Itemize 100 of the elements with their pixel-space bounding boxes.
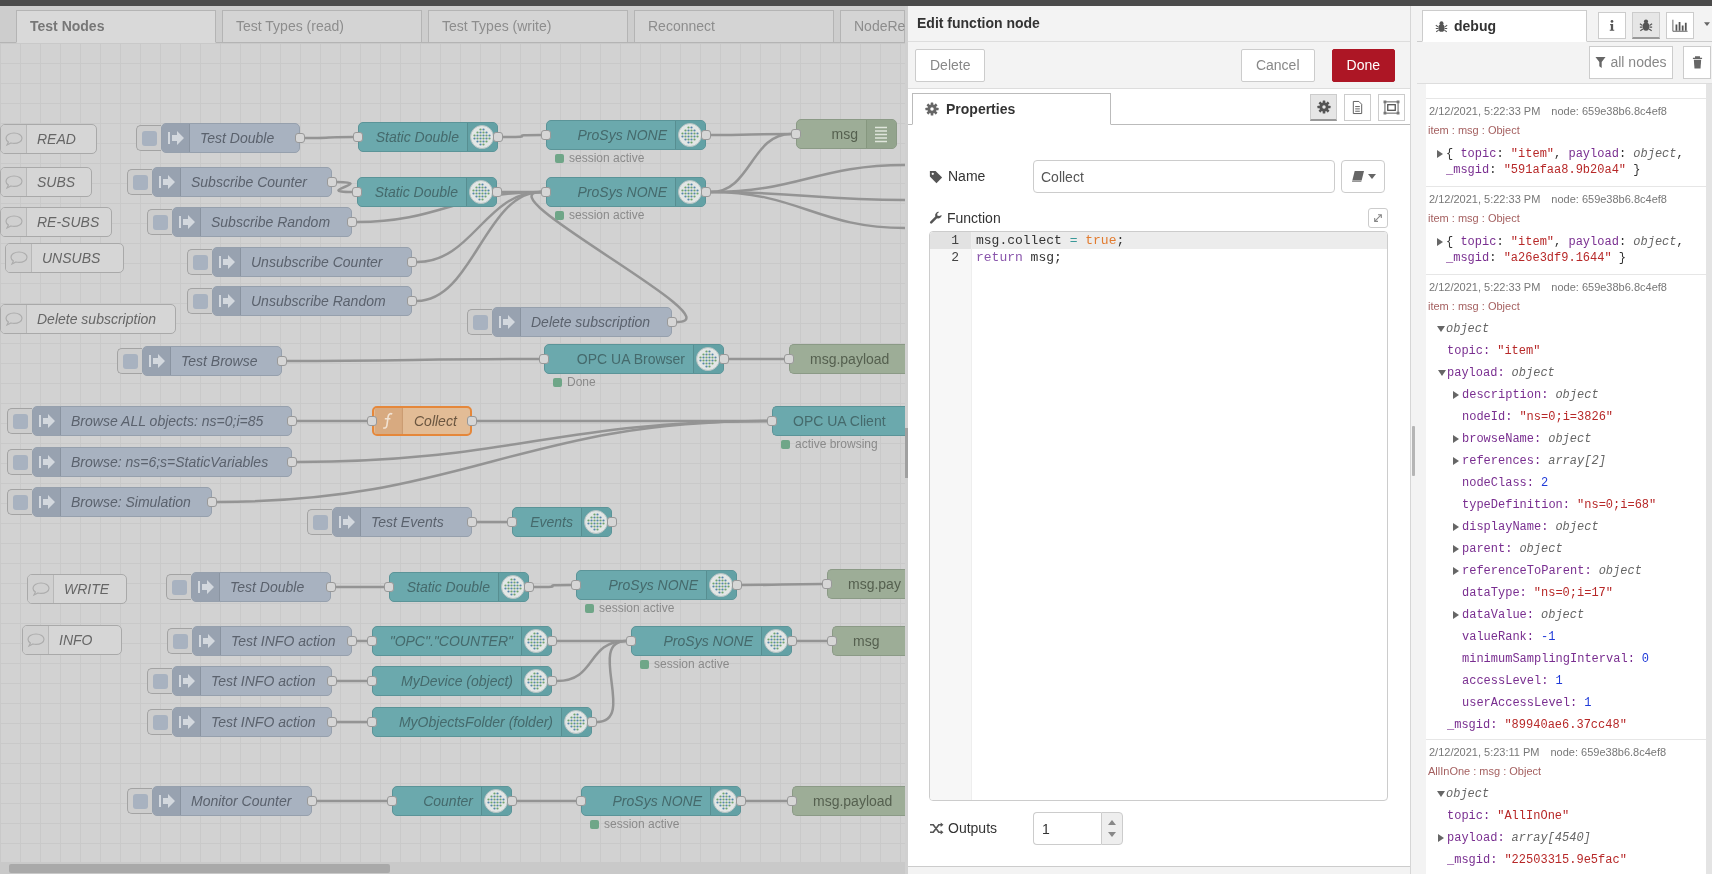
appearance-button[interactable] [1378, 94, 1405, 121]
description-button[interactable] [1344, 94, 1371, 121]
inject-node[interactable]: Unsubscribe Counter [212, 247, 412, 277]
inject-button[interactable] [187, 288, 212, 314]
comment-node[interactable]: READ [0, 124, 97, 154]
caret-down-icon[interactable] [1437, 326, 1445, 332]
output-port[interactable] [547, 676, 557, 686]
output-port[interactable] [507, 796, 517, 806]
inject-button[interactable] [167, 628, 192, 654]
comment-node[interactable]: Delete subscription [0, 304, 176, 334]
output-port[interactable] [347, 636, 357, 646]
inject-button[interactable] [117, 348, 142, 374]
caret-right-icon[interactable] [1453, 523, 1459, 531]
caret-right-icon[interactable] [1437, 150, 1443, 158]
done-button[interactable]: Done [1331, 48, 1395, 82]
output-port[interactable] [701, 130, 711, 140]
output-port[interactable] [524, 582, 534, 592]
output-port[interactable] [732, 580, 742, 590]
vertical-scrollbar[interactable] [1706, 84, 1712, 874]
input-port[interactable] [367, 636, 377, 646]
resize-handle[interactable] [1412, 426, 1415, 476]
caret-right-icon[interactable] [1453, 435, 1459, 443]
input-port[interactable] [387, 796, 397, 806]
inject-button[interactable] [7, 408, 32, 434]
input-port[interactable] [784, 354, 794, 364]
comment-node[interactable]: SUBS [0, 167, 92, 197]
output-port[interactable] [719, 354, 729, 364]
canvas-tab[interactable]: Test Types (write) [428, 10, 628, 43]
inject-node[interactable]: Subscribe Counter [152, 167, 332, 197]
inject-button[interactable] [127, 169, 152, 195]
name-input[interactable]: Collect [1033, 160, 1335, 193]
debug-node[interactable]: msg.payload [789, 344, 905, 374]
caret-down-icon[interactable] [1108, 831, 1116, 837]
output-port[interactable] [327, 177, 337, 187]
input-port[interactable] [367, 717, 377, 727]
opcua-node[interactable]: ProSys NONE [546, 177, 706, 207]
inject-button[interactable] [136, 125, 161, 151]
opcua-node[interactable]: OPC UA Client [772, 406, 905, 436]
output-port[interactable] [295, 133, 305, 143]
inject-button[interactable] [127, 788, 152, 814]
comment-node[interactable]: UNSUBS [5, 243, 124, 273]
settings-button[interactable] [1310, 94, 1337, 121]
caret-right-icon[interactable] [1453, 391, 1459, 399]
filter-button[interactable]: all nodes [1589, 46, 1673, 79]
caret-right-icon[interactable] [1453, 567, 1459, 575]
input-port[interactable] [352, 187, 362, 197]
opcua-node[interactable]: MyObjectsFolder (folder) [372, 707, 592, 737]
cancel-button[interactable]: Cancel [1240, 48, 1315, 82]
comment-node[interactable]: WRITE [27, 574, 127, 604]
library-button[interactable] [1341, 160, 1385, 193]
inject-button[interactable] [467, 309, 492, 335]
inject-button[interactable] [307, 509, 332, 535]
comment-node[interactable]: RE-SUBS [0, 207, 112, 237]
opcua-node[interactable]: Static Double [389, 572, 529, 602]
expand-button[interactable] [1368, 208, 1388, 228]
caret-right-icon[interactable] [1453, 457, 1459, 465]
properties-tab[interactable]: Properties [912, 93, 1111, 125]
inject-node[interactable]: Test Double [191, 572, 331, 602]
inject-button[interactable] [187, 249, 212, 275]
input-port[interactable] [822, 579, 832, 589]
inject-node[interactable]: Test INFO action [172, 666, 332, 696]
opcua-node[interactable]: ProSys NONE [631, 626, 792, 656]
canvas-tab[interactable]: Reconnect [634, 10, 834, 43]
opcua-node[interactable]: Static Double [357, 177, 497, 207]
opcua-node[interactable]: ProSys NONE [576, 570, 737, 600]
delete-button[interactable]: Delete [915, 48, 986, 82]
comment-node[interactable]: INFO [22, 625, 122, 655]
output-port[interactable] [587, 717, 597, 727]
output-port[interactable] [327, 717, 337, 727]
inject-node[interactable]: Unsubscribe Random [212, 286, 412, 316]
input-port[interactable] [791, 129, 801, 139]
input-port[interactable] [787, 796, 797, 806]
caret-down-icon[interactable] [1438, 370, 1446, 376]
output-port[interactable] [467, 416, 477, 426]
inject-node[interactable]: Test Double [161, 123, 300, 153]
debug-button[interactable] [1632, 12, 1660, 39]
output-port[interactable] [407, 296, 417, 306]
debug-node[interactable]: msg.pay [827, 569, 905, 599]
output-port[interactable] [287, 416, 297, 426]
output-port[interactable] [493, 132, 503, 142]
canvas-tab[interactable]: Test Nodes [16, 10, 216, 43]
input-port[interactable] [539, 354, 549, 364]
inject-node[interactable]: Test Events [332, 507, 472, 537]
input-port[interactable] [767, 416, 777, 426]
caret-right-icon[interactable] [1438, 834, 1444, 842]
inject-button[interactable] [147, 668, 172, 694]
inject-node[interactable]: Browse: ns=6;s=StaticVariables [32, 447, 292, 477]
output-port[interactable] [307, 796, 317, 806]
inject-node[interactable]: Test Browse [142, 346, 282, 376]
outputs-input[interactable]: 1 [1033, 812, 1101, 845]
sidebar-splitter[interactable] [1410, 6, 1417, 874]
inject-node[interactable]: Delete subscription [492, 307, 672, 337]
horizontal-scrollbar[interactable] [0, 862, 905, 874]
caret-right-icon[interactable] [1437, 238, 1443, 246]
output-port[interactable] [787, 636, 797, 646]
inject-button[interactable] [7, 449, 32, 475]
input-port[interactable] [367, 676, 377, 686]
inject-button[interactable] [166, 574, 191, 600]
debug-tab[interactable]: debug [1422, 10, 1587, 42]
output-port[interactable] [607, 517, 617, 527]
